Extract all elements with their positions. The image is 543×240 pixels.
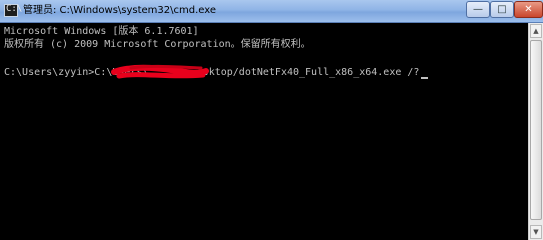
close-button[interactable]: ✕ bbox=[514, 1, 543, 18]
console-output[interactable]: Microsoft Windows [版本 6.1.7601] 版权所有 (c)… bbox=[4, 23, 528, 240]
title-bar[interactable]: C:\ 管理员: C:\Windows\system32\cmd.exe — □… bbox=[0, 0, 543, 23]
scroll-down-arrow-icon[interactable]: ▼ bbox=[530, 225, 542, 239]
text-cursor bbox=[421, 77, 429, 79]
scroll-thumb[interactable] bbox=[530, 40, 542, 220]
scroll-up-arrow-icon[interactable]: ▲ bbox=[530, 24, 542, 38]
vertical-scrollbar[interactable]: ▲ ▼ bbox=[528, 23, 543, 240]
redaction-scribble bbox=[111, 64, 209, 79]
minimize-button[interactable]: — bbox=[466, 1, 490, 18]
cmd-window: C:\ 管理员: C:\Windows\system32\cmd.exe — □… bbox=[0, 0, 543, 240]
console-line-version: Microsoft Windows [版本 6.1.7601] bbox=[4, 26, 199, 37]
command-text: C:\Users\zyyin>C:\Users\ esktop/dotNetFx… bbox=[4, 67, 420, 78]
console-line-copyright: 版权所有 (c) 2009 Microsoft Corporation。保留所有… bbox=[4, 39, 311, 50]
console-line-command: C:\Users\zyyin>C:\Users\ esktop/dotNetFx… bbox=[4, 67, 429, 79]
window-title: 管理员: C:\Windows\system32\cmd.exe bbox=[23, 5, 217, 16]
cmd-icon[interactable]: C:\ bbox=[4, 4, 22, 17]
maximize-button[interactable]: □ bbox=[490, 1, 514, 18]
